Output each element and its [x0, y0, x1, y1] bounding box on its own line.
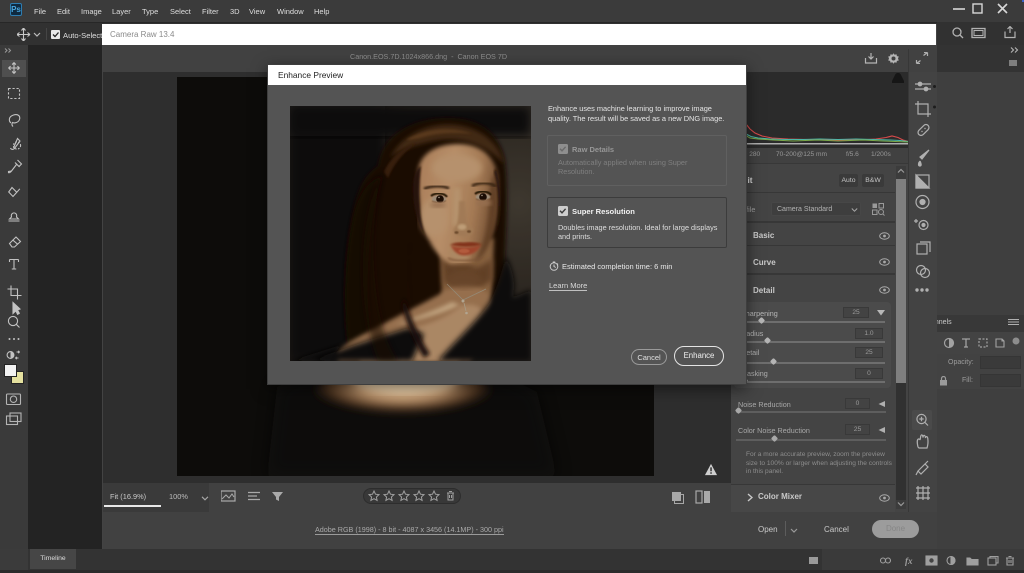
svg-text:fx: fx [905, 556, 913, 566]
